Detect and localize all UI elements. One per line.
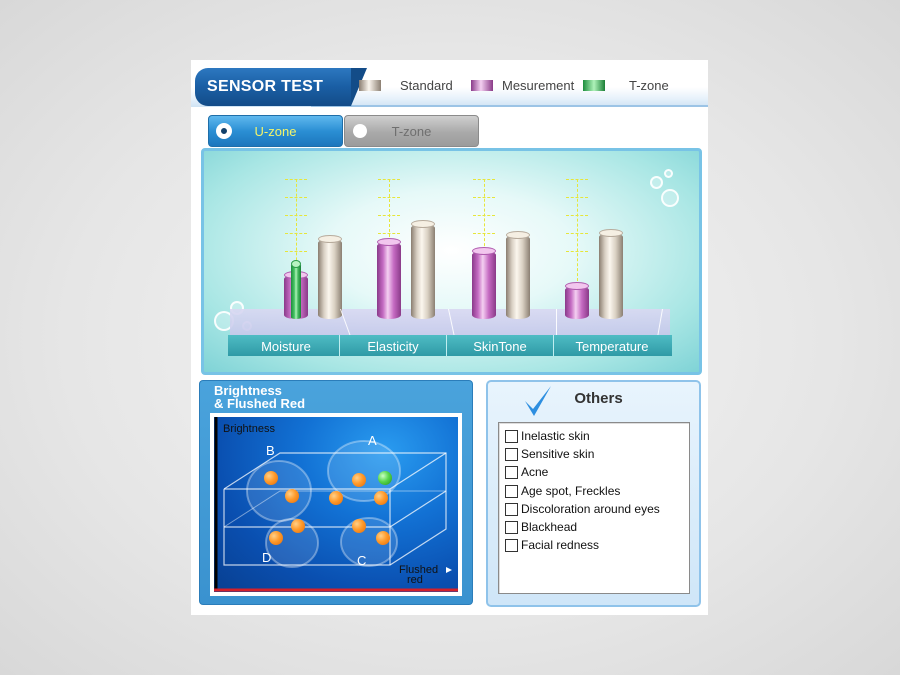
guide-tick (378, 197, 400, 198)
x-axis-label: Flushed red (399, 565, 438, 586)
checkbox[interactable] (505, 484, 518, 498)
guide-tick (473, 233, 495, 234)
category-label: Moisture (261, 339, 311, 354)
others-item-label: Blackhead (521, 520, 578, 534)
checkbox[interactable] (505, 539, 518, 553)
guide-tick (285, 233, 307, 234)
x-axis-label-line2: red (407, 574, 423, 586)
others-item-label: Age spot, Freckles (521, 483, 621, 498)
bubble-decoration (650, 176, 663, 189)
standard-bar (318, 234, 342, 319)
tzone-bar (291, 260, 301, 319)
legend-standard-swatch (359, 80, 381, 91)
guide-tick (378, 179, 400, 180)
measurement-dot-green (378, 471, 392, 485)
measurement-dot (352, 519, 366, 533)
measurement-bar (377, 238, 401, 319)
title-tab: SENSOR TEST (195, 68, 367, 106)
guide-tick (473, 197, 495, 198)
others-checklist: Inelastic skin Sensitive skin Acne Age spot… (498, 422, 690, 594)
guide-tick (378, 215, 400, 216)
checkbox[interactable] (505, 466, 518, 480)
guide-tick (566, 251, 588, 252)
tzone-bar-top (291, 260, 301, 268)
legend-measurement-swatch (471, 80, 493, 91)
u-zone-label: U-zone (254, 124, 297, 139)
checkbox[interactable] (505, 430, 518, 443)
guide-tick (566, 179, 588, 180)
tab-u-zone[interactable]: U-zone (208, 115, 343, 147)
legend-measurement-label: Mesurement (502, 78, 575, 93)
guide-tick (473, 179, 495, 180)
legend-tzone-swatch (583, 80, 605, 91)
others-panel: Others Inelastic skin Sensitive skin Acne A… (486, 380, 701, 607)
standard-bar-top (318, 234, 342, 243)
region-label-a: A (368, 433, 377, 448)
brightness-title-line2: & Flushed Red (214, 396, 306, 411)
checkbox[interactable] (505, 448, 518, 462)
measurement-dot (291, 519, 305, 533)
region-label-b: B (266, 443, 275, 458)
guide-tick (285, 197, 307, 198)
standard-bar-top (599, 229, 623, 238)
measurement-bar (472, 246, 496, 319)
legend-tzone-label: T-zone (629, 78, 669, 93)
measurement-dot (269, 531, 283, 545)
category-label: Elasticity (367, 339, 419, 354)
region-label-d: D (262, 550, 272, 565)
sensor-chart: Moisture Elasticity SkinTone Temperature (201, 148, 702, 375)
standard-bar-top (411, 220, 435, 229)
region-label-c: C (357, 553, 367, 568)
guide-tick (378, 233, 400, 234)
brightness-panel: Brightness & Flushed Red Brightness Flus… (199, 380, 473, 605)
bubble-decoration (661, 189, 679, 207)
bubble-decoration (664, 169, 673, 178)
category-bar: Moisture Elasticity SkinTone Temperature (228, 335, 672, 356)
legend-standard-label: Standard (400, 78, 453, 93)
category-label: Temperature (575, 339, 649, 354)
guide-tick (566, 197, 588, 198)
tab-t-zone[interactable]: T-zone (344, 115, 479, 147)
measurement-dot (374, 491, 388, 505)
checkbox[interactable] (505, 502, 518, 516)
measurement-dot (264, 471, 278, 485)
measurement-dot (352, 473, 366, 487)
standard-bar-top (506, 231, 530, 240)
guide-tick (285, 251, 307, 252)
guide-tick (285, 215, 307, 216)
standard-bar (411, 220, 435, 319)
measurement-dot (285, 489, 299, 503)
others-title: Others (574, 390, 623, 407)
measurement-bar-top (472, 246, 496, 255)
guide-tick (566, 215, 588, 216)
measurement-dot (376, 531, 390, 545)
measurement-bar-top (377, 238, 401, 246)
standard-bar (506, 231, 530, 319)
category-label: SkinTone (473, 339, 527, 354)
category-separator (553, 335, 554, 356)
category-separator (446, 335, 447, 356)
others-item-label: Inelastic skin (521, 429, 590, 443)
category-separator (339, 335, 340, 356)
guide-tick (473, 215, 495, 216)
brightness-plot-frame: Brightness Flushed red A B C D (210, 413, 462, 596)
t-zone-label: T-zone (391, 124, 432, 139)
page-title: SENSOR TEST (207, 78, 324, 95)
others-item-label: Sensitive skin (521, 447, 595, 462)
checkbox[interactable] (505, 521, 518, 534)
standard-bar (599, 229, 623, 319)
sensor-test-window: SENSOR TEST Standard Mesurement T-zone U… (191, 60, 708, 615)
measurement-bar-top (565, 282, 589, 290)
brightness-title: Brightness & Flushed Red (214, 384, 305, 410)
others-item-label: Facial redness (521, 538, 600, 553)
brightness-plot: Brightness Flushed red A B C D (214, 417, 458, 592)
floor-separator (556, 309, 557, 337)
measurement-dot (329, 491, 343, 505)
guide-tick (285, 179, 307, 180)
others-item-label: Acne (521, 465, 549, 480)
guide-tick (566, 233, 588, 234)
y-axis-label: Brightness (223, 423, 275, 435)
measurement-bar (565, 282, 589, 319)
others-item-label: Discoloration around eyes (521, 501, 660, 516)
